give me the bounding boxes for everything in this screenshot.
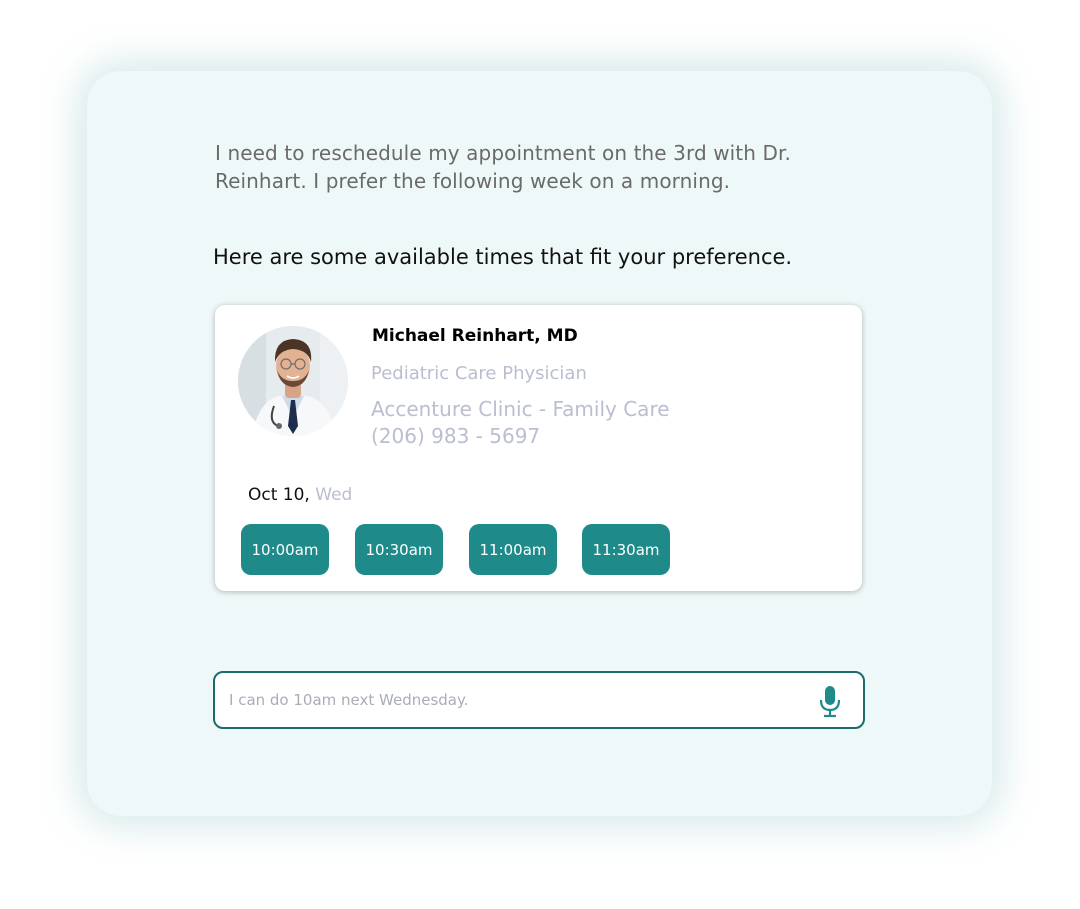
microphone-icon[interactable] xyxy=(818,685,842,718)
doctor-phone: (206) 983 - 5697 xyxy=(371,424,541,448)
time-slot-button[interactable]: 11:00am xyxy=(469,524,557,575)
time-slot-button[interactable]: 11:30am xyxy=(582,524,670,575)
appointment-date: Oct 10, Wed xyxy=(248,485,352,505)
doctor-portrait-icon xyxy=(238,326,348,436)
doctor-title: Pediatric Care Physician xyxy=(371,363,587,384)
date-text: Oct 10, xyxy=(248,485,310,505)
time-slot-button[interactable]: 10:30am xyxy=(355,524,443,575)
doctor-availability-card: Michael Reinhart, MD Pediatric Care Phys… xyxy=(215,305,862,591)
weekday-text: Wed xyxy=(315,485,353,505)
message-input-box xyxy=(213,671,865,729)
assistant-message: Here are some available times that fit y… xyxy=(213,245,793,269)
doctor-clinic: Accenture Clinic - Family Care xyxy=(371,397,670,421)
message-input[interactable] xyxy=(229,673,799,727)
doctor-name: Michael Reinhart, MD xyxy=(372,326,578,346)
time-slot-button[interactable]: 10:00am xyxy=(241,524,329,575)
doctor-avatar xyxy=(238,326,348,436)
user-message: I need to reschedule my appointment on t… xyxy=(215,141,791,193)
